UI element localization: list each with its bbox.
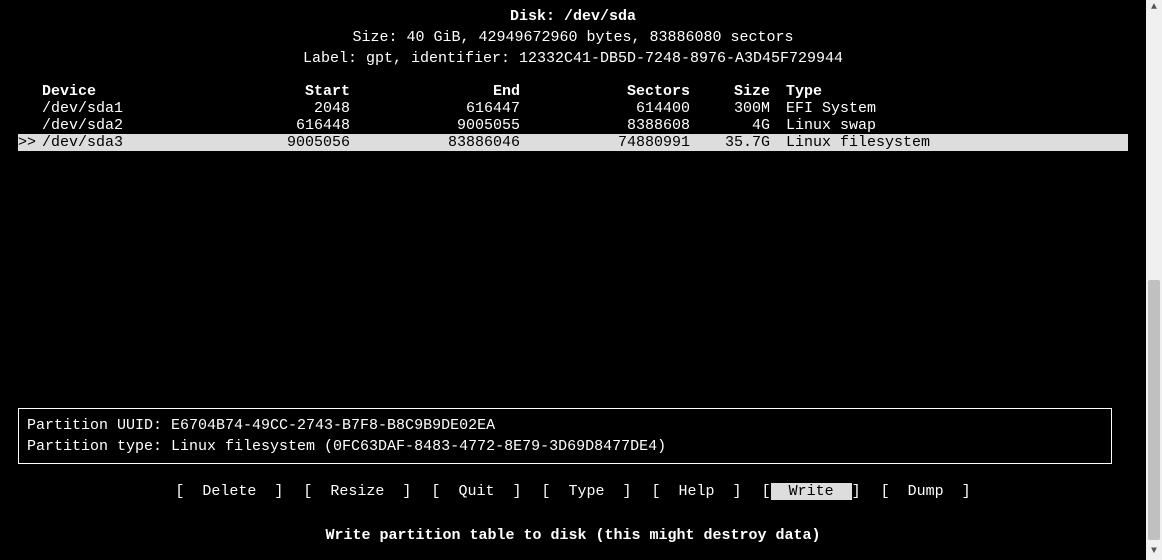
device-name: /dev/sda1 bbox=[42, 100, 123, 117]
vertical-scrollbar[interactable]: ▲ ▼ bbox=[1146, 0, 1162, 560]
partition-type-info: Partition type: Linux filesystem (0FC63D… bbox=[27, 436, 1103, 457]
terminal-window: Disk: /dev/sda Size: 40 GiB, 42949672960… bbox=[0, 0, 1146, 560]
menu-item-quit[interactable]: [ Quit ] bbox=[431, 483, 521, 500]
table-header-row: Device Start End Sectors Size Type bbox=[18, 83, 1128, 100]
partition-table: Device Start End Sectors Size Type /dev/… bbox=[18, 83, 1128, 151]
menu-label: Write bbox=[771, 483, 852, 500]
col-type: Type bbox=[778, 83, 1128, 100]
menu-label: Dump bbox=[890, 483, 962, 500]
menu-label: Type bbox=[550, 483, 622, 500]
partition-info-box: Partition UUID: E6704B74-49CC-2743-B7F8-… bbox=[18, 408, 1112, 464]
table-row[interactable]: >> /dev/sda39005056838860467488099135.7G… bbox=[18, 134, 1128, 151]
menu-item-write[interactable]: [ Write ] bbox=[762, 483, 861, 500]
menu-label: Quit bbox=[440, 483, 512, 500]
menu-label: Delete bbox=[184, 483, 274, 500]
selection-pointer-icon: >> bbox=[18, 134, 42, 151]
partition-table-container: Device Start End Sectors Size Type /dev/… bbox=[0, 83, 1146, 151]
cell-device: >> /dev/sda3 bbox=[18, 134, 198, 151]
menu-item-help[interactable]: [ Help ] bbox=[652, 483, 742, 500]
menu-label: Help bbox=[661, 483, 733, 500]
cell-type: EFI System bbox=[778, 100, 1128, 117]
device-name: /dev/sda3 bbox=[42, 134, 123, 151]
scroll-down-arrow-icon[interactable]: ▼ bbox=[1146, 544, 1162, 560]
cell-end: 9005055 bbox=[358, 117, 528, 134]
menu-item-dump[interactable]: [ Dump ] bbox=[881, 483, 971, 500]
menu-bar: [ Delete ] [ Resize ] [ Quit ] [ Type ] [ He… bbox=[0, 483, 1146, 500]
table-row[interactable]: /dev/sda2 616448900505583886084GLinux swa… bbox=[18, 117, 1128, 134]
cell-end: 616447 bbox=[358, 100, 528, 117]
cell-size: 300M bbox=[698, 100, 778, 117]
cell-type: Linux swap bbox=[778, 117, 1128, 134]
cell-device: /dev/sda2 bbox=[18, 117, 198, 134]
col-device: Device bbox=[18, 83, 198, 100]
col-start: Start bbox=[198, 83, 358, 100]
col-size: Size bbox=[698, 83, 778, 100]
scroll-up-arrow-icon[interactable]: ▲ bbox=[1146, 0, 1162, 16]
cell-start: 2048 bbox=[198, 100, 358, 117]
status-line: Write partition table to disk (this migh… bbox=[0, 527, 1146, 544]
cell-start: 616448 bbox=[198, 117, 358, 134]
disk-size-line: Size: 40 GiB, 42949672960 bytes, 8388608… bbox=[0, 27, 1146, 48]
cell-type: Linux filesystem bbox=[778, 134, 1128, 151]
cell-sectors: 74880991 bbox=[528, 134, 698, 151]
col-sectors: Sectors bbox=[528, 83, 698, 100]
disk-title: Disk: /dev/sda bbox=[0, 6, 1146, 27]
cell-sectors: 8388608 bbox=[528, 117, 698, 134]
table-row[interactable]: /dev/sda1 2048616447614400300MEFI System bbox=[18, 100, 1128, 117]
device-name: /dev/sda2 bbox=[42, 117, 123, 134]
menu-item-resize[interactable]: [ Resize ] bbox=[303, 483, 411, 500]
cell-size: 4G bbox=[698, 117, 778, 134]
cell-device: /dev/sda1 bbox=[18, 100, 198, 117]
partition-uuid: Partition UUID: E6704B74-49CC-2743-B7F8-… bbox=[27, 415, 1103, 436]
menu-item-delete[interactable]: [ Delete ] bbox=[175, 483, 283, 500]
cell-sectors: 614400 bbox=[528, 100, 698, 117]
disk-label-line: Label: gpt, identifier: 12332C41-DB5D-72… bbox=[0, 48, 1146, 69]
menu-item-type[interactable]: [ Type ] bbox=[541, 483, 631, 500]
col-end: End bbox=[358, 83, 528, 100]
menu-label: Resize bbox=[312, 483, 402, 500]
cell-end: 83886046 bbox=[358, 134, 528, 151]
cell-start: 9005056 bbox=[198, 134, 358, 151]
scroll-thumb[interactable] bbox=[1148, 280, 1160, 540]
cell-size: 35.7G bbox=[698, 134, 778, 151]
disk-header: Disk: /dev/sda Size: 40 GiB, 42949672960… bbox=[0, 6, 1146, 69]
